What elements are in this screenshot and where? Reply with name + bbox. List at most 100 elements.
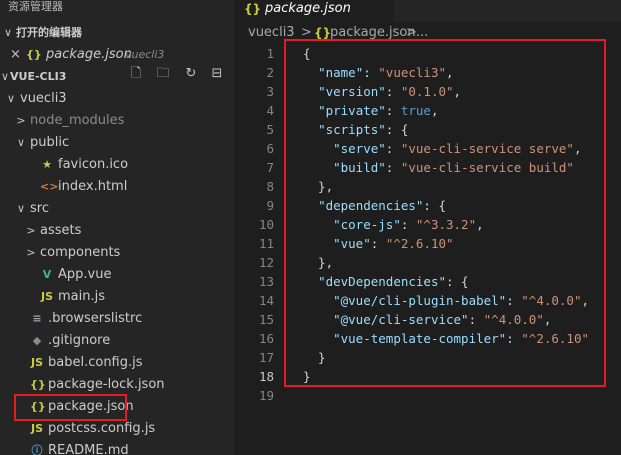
code-token: "vue-cli-service build" — [400, 160, 574, 175]
line-number: 3 — [266, 84, 274, 99]
code-line[interactable]: } — [303, 367, 311, 386]
breadcrumb: vuecli3 > {} package.json > ... — [234, 22, 621, 44]
collapse-icon[interactable]: ⊟ — [209, 66, 225, 82]
code-token: : — [385, 103, 401, 118]
sidebar-item-file-package-json[interactable]: {} package.json — [0, 396, 234, 418]
line-number: 19 — [258, 388, 274, 403]
sidebar-item-file-index-html[interactable]: <> index.html — [0, 176, 234, 198]
sidebar-item-file-gitignore[interactable]: ◆ .gitignore — [0, 330, 234, 352]
breadcrumb-more[interactable]: ... — [416, 22, 428, 44]
code-line[interactable]: "vue": "^2.6.10" — [303, 234, 454, 253]
code-line[interactable]: { — [303, 44, 311, 63]
sidebar-item-file-app-vue[interactable]: V App.vue — [0, 264, 234, 286]
js-file-icon: JS — [40, 290, 53, 303]
code-token: "^3.3.2" — [415, 217, 477, 232]
sidebar-item-label: babel.config.js — [48, 355, 143, 370]
code-line[interactable]: "private": true, — [303, 101, 438, 120]
code-line[interactable]: "name": "vuecli3", — [303, 63, 454, 82]
code-token: : — [385, 84, 401, 99]
tab-label: package.json — [265, 1, 351, 16]
line-number: 10 — [258, 217, 274, 232]
tab-bar: {} package.json — [234, 0, 621, 22]
line-number: 6 — [266, 141, 274, 156]
sidebar-item-label: main.js — [58, 289, 105, 304]
code-token: , — [543, 312, 552, 327]
code-token: }, — [303, 255, 334, 270]
project-label: VUE-CLI3 — [10, 70, 67, 83]
code-token: "^2.6.10" — [521, 331, 589, 346]
code-token: "^4.0.0" — [521, 293, 582, 308]
code-token: , — [446, 65, 454, 80]
code-token: : — [370, 236, 386, 251]
code-line[interactable]: "scripts": { — [303, 120, 408, 139]
sidebar-item-folder-assets[interactable]: > assets — [0, 220, 234, 242]
code-token: "vue-cli-service serve" — [400, 141, 574, 156]
refresh-icon[interactable]: ↻ — [183, 66, 199, 82]
sidebar-item-file-main-js[interactable]: JS main.js — [0, 286, 234, 308]
sidebar-item-folder-vuecli3[interactable]: ∨ vuecli3 — [0, 88, 234, 110]
code-line[interactable]: "@vue/cli-service": "^4.0.0", — [303, 310, 551, 329]
sidebar-item-file-postcss-config[interactable]: JS postcss.config.js — [0, 418, 234, 440]
line-number: 5 — [266, 122, 274, 137]
breadcrumb-file[interactable]: package.json — [330, 22, 416, 44]
code-line[interactable]: "vue-template-compiler": "^2.6.10" — [303, 329, 589, 348]
code-token: : — [363, 65, 379, 80]
code-token: "^2.6.10" — [385, 236, 454, 251]
json-file-icon: {} — [314, 26, 332, 40]
chevron-right-icon: > — [26, 246, 36, 259]
sidebar-item-label: vuecli3 — [20, 91, 67, 106]
open-editor-item[interactable]: × {} package.json vuecli3 — [0, 44, 234, 66]
line-number: 7 — [266, 160, 274, 175]
code-token: "version" — [318, 84, 386, 99]
close-icon[interactable]: × — [10, 44, 21, 66]
sidebar-item-folder-public[interactable]: ∨ public — [0, 132, 234, 154]
open-editors-header[interactable]: ∨ 打开的编辑器 — [0, 22, 234, 44]
chevron-down-icon: ∨ — [16, 136, 26, 149]
line-number: 11 — [258, 236, 274, 251]
code-editor[interactable]: 1 {2 "name": "vuecli3", 3 "version": "0.1.… — [234, 44, 621, 455]
explorer-sidebar: 资源管理器 ∨ 打开的编辑器 × {} package.json vuecli3… — [0, 0, 234, 455]
open-editors-label: 打开的编辑器 — [16, 26, 82, 39]
code-line[interactable]: }, — [303, 177, 333, 196]
line-number: 16 — [258, 331, 274, 346]
code-line[interactable]: "@vue/cli-plugin-babel": "^4.0.0", — [303, 291, 589, 310]
new-folder-icon[interactable]: 🗀 — [155, 66, 171, 82]
sidebar-item-folder-src[interactable]: ∨ src — [0, 198, 234, 220]
code-line[interactable]: "dependencies": { — [303, 196, 446, 215]
code-line[interactable]: } — [303, 348, 326, 367]
json-file-icon: {} — [244, 2, 262, 16]
info-file-icon: ⓘ — [31, 444, 43, 455]
sidebar-item-file-browserslistrc[interactable]: ≡ .browserslistrc — [0, 308, 234, 330]
breadcrumb-folder[interactable]: vuecli3 — [248, 22, 295, 44]
code-line[interactable]: "serve": "vue-cli-service serve", — [303, 139, 581, 158]
new-file-icon[interactable]: 🗋 — [128, 66, 144, 82]
code-token: : { — [446, 274, 469, 289]
sidebar-item-file-package-lock[interactable]: {} package-lock.json — [0, 374, 234, 396]
chevron-right-icon: > — [16, 114, 26, 127]
code-token: { — [303, 46, 311, 61]
sidebar-item-folder-components[interactable]: > components — [0, 242, 234, 264]
code-line[interactable]: "core-js": "^3.3.2", — [303, 215, 484, 234]
code-token: "dependencies" — [318, 198, 424, 213]
code-line[interactable]: "version": "0.1.0", — [303, 82, 461, 101]
code-token: "0.1.0" — [400, 84, 454, 99]
sidebar-item-file-babel-config[interactable]: JS babel.config.js — [0, 352, 234, 374]
sidebar-item-folder-node-modules[interactable]: > node_modules — [0, 110, 234, 132]
code-token: : — [506, 293, 522, 308]
code-line[interactable]: "build": "vue-cli-service build" — [303, 158, 574, 177]
sidebar-item-file-favicon[interactable]: ★ favicon.ico — [0, 154, 234, 176]
tab-package-json[interactable]: {} package.json — [234, 0, 394, 22]
code-line[interactable]: "devDependencies": { — [303, 272, 469, 291]
open-editor-desc: vuecli3 — [125, 48, 165, 61]
sidebar-item-file-readme[interactable]: ⓘ README.md — [0, 440, 234, 455]
code-token: , — [453, 84, 462, 99]
code-line[interactable]: }, — [303, 253, 333, 272]
line-number: 13 — [258, 274, 274, 289]
